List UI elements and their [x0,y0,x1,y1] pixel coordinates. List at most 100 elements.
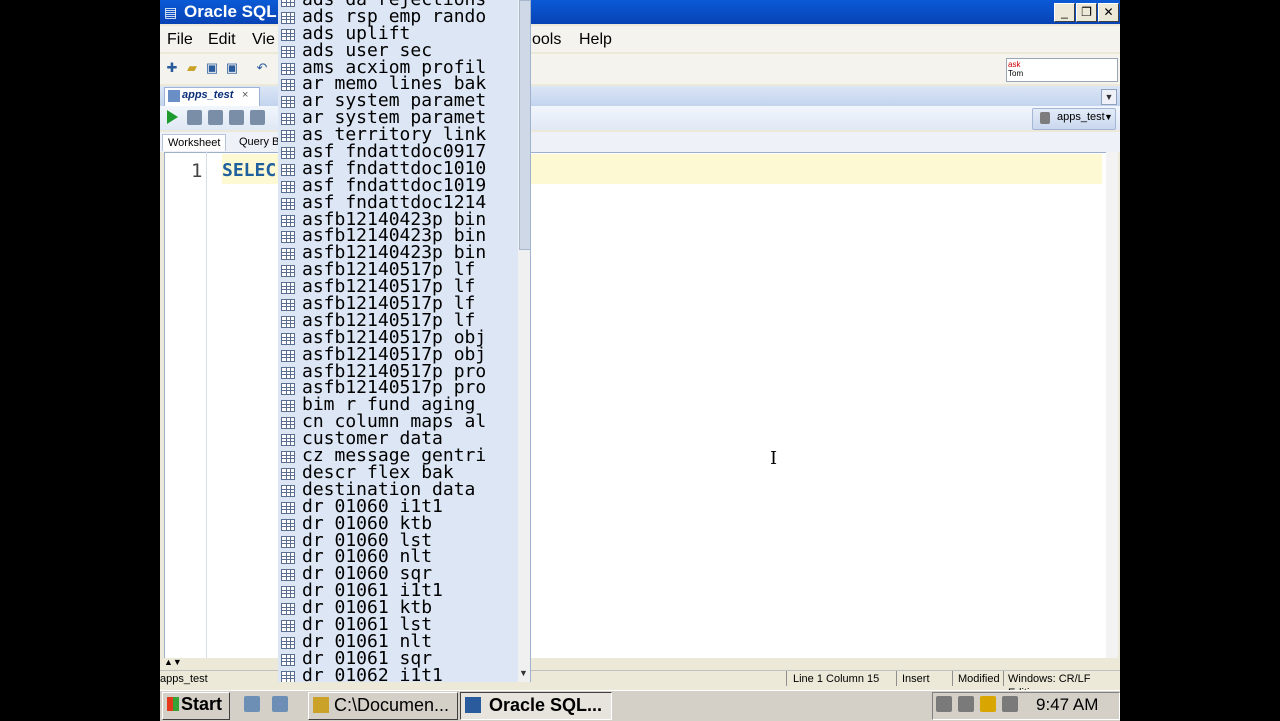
tab-list-dropdown-icon[interactable]: ▼ [1101,89,1117,105]
table-icon [281,619,295,632]
table-icon [281,197,295,210]
security-icon[interactable] [980,696,996,712]
text-cursor-icon: I [770,448,778,469]
table-icon [281,248,295,261]
line-number: 1 [191,160,203,182]
clock: 9:47 AM [1036,695,1099,714]
table-icon [281,636,295,649]
taskbar-item-label: Oracle SQL... [489,695,603,715]
table-icon [281,383,295,396]
splitter-arrows-icon[interactable]: ▲▼ [164,657,182,667]
close-button[interactable]: ✕ [1098,3,1119,22]
autocomplete-popup[interactable]: ads da rejectionsads rsp emp randoads up… [278,0,531,682]
table-icon [281,653,295,666]
browser-icon[interactable] [272,696,288,712]
popup-scrollbar-thumb[interactable] [519,0,530,250]
gutter-divider [206,152,207,658]
display-icon[interactable] [1002,696,1018,712]
maximize-button[interactable]: ❐ [1076,3,1097,22]
table-icon [281,670,295,682]
table-icon [281,45,295,58]
taskbar-item-label: C:\Documen... [334,695,450,715]
table-icon [281,11,295,24]
table-icon [281,231,295,244]
code-text[interactable]: SELEC [222,160,276,181]
minimize-button[interactable]: _ [1054,3,1075,22]
status-separator [896,671,897,686]
network-icon[interactable] [936,696,952,712]
run-script-icon[interactable] [187,110,202,125]
windows-logo-icon [167,697,179,711]
status-position: Line 1 Column 15 [793,673,880,685]
rollback-icon[interactable] [229,110,244,125]
table-icon [281,282,295,295]
application-window: ▤ Oracle SQL _ ❐ ✕ File Edit Vie ools He… [160,0,1120,720]
start-label: Start [181,694,223,714]
save-icon[interactable]: ▣ [204,60,220,76]
app-icon: ▤ [164,4,178,20]
worksheet-tab-icon [168,90,180,102]
list-item[interactable]: dr 01062 i1t1 [278,664,518,682]
open-folder-icon[interactable]: ▰ [184,60,200,76]
table-icon [281,586,295,599]
table-icon [281,0,295,7]
table-icon [281,400,295,413]
menu-edit[interactable]: Edit [208,31,236,49]
autocomplete-list[interactable]: ads da rejectionsads rsp emp randoads up… [278,0,518,682]
menu-tools[interactable]: ools [532,31,561,49]
table-icon [281,417,295,430]
database-icon [1040,112,1050,124]
tab-close-icon[interactable]: × [242,89,248,101]
menu-file[interactable]: File [167,31,193,49]
table-icon [281,265,295,278]
menu-view[interactable]: Vie [252,31,275,49]
window-title: Oracle SQL [184,2,277,21]
table-icon [281,147,295,160]
scroll-down-icon[interactable]: ▼ [519,668,528,678]
table-icon [281,603,295,616]
tab-worksheet[interactable]: Worksheet [162,134,227,151]
status-mode: Insert [902,673,930,685]
table-icon [281,96,295,109]
volume-icon[interactable] [958,696,974,712]
explain-plan-icon[interactable] [250,110,265,125]
table-icon [281,552,295,565]
oracle-sql-icon [465,697,481,713]
table-icon [281,484,295,497]
folder-icon [313,697,329,713]
table-icon [281,349,295,362]
menu-help[interactable]: Help [579,31,612,49]
status-separator [952,671,953,686]
status-state: Modified [958,673,1000,685]
show-desktop-icon[interactable] [244,696,260,712]
table-icon [281,299,295,312]
table-icon [281,163,295,176]
chevron-down-icon[interactable]: ▼ [1104,112,1113,122]
table-name: dr 01062 i1t1 [302,664,443,682]
tab-query-builder[interactable]: Query B [234,134,284,150]
new-file-icon[interactable]: ✚ [164,60,180,76]
run-statement-icon[interactable] [167,110,178,124]
undo-icon[interactable]: ↶ [254,60,270,76]
table-icon [281,366,295,379]
status-connection: apps_test [160,673,208,685]
editor-vertical-scrollbar[interactable] [1106,152,1118,658]
table-icon [281,28,295,41]
status-separator [786,671,787,686]
table-icon [281,535,295,548]
table-icon [281,79,295,92]
connection-label: apps_test [1057,111,1105,123]
save-all-icon[interactable]: ▣ [224,60,240,76]
table-icon [281,315,295,328]
table-icon [281,180,295,193]
commit-icon[interactable] [208,110,223,125]
ask-logo-line2: Tom [1008,69,1024,78]
table-icon [281,434,295,447]
table-icon [281,130,295,143]
ask-tom-logo: ask Tom [1008,60,1030,78]
table-icon [281,451,295,464]
table-icon [281,467,295,480]
status-separator [1003,671,1004,686]
table-icon [281,113,295,126]
tab-label: apps_test [182,89,234,101]
